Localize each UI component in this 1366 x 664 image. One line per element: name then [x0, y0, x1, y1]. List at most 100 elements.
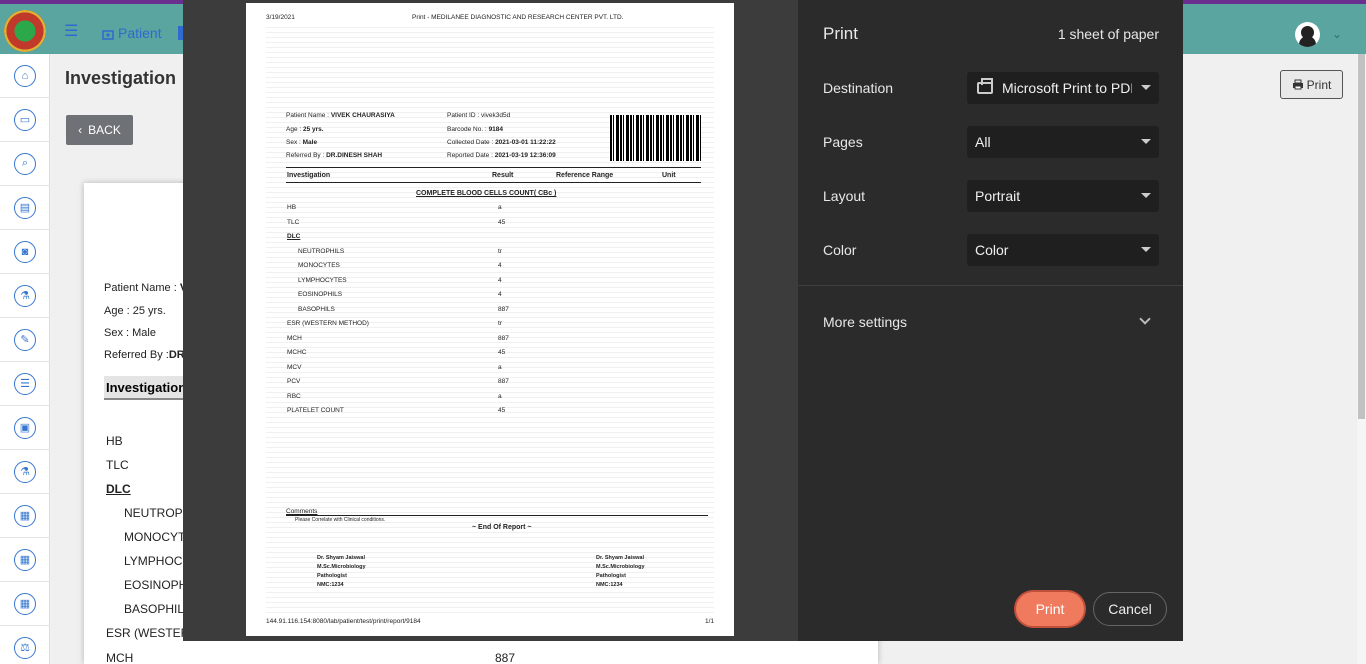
dropdown-caret-icon	[1141, 139, 1151, 144]
printer-icon	[1292, 79, 1303, 90]
preview-referred-by: Referred By : DR.DINESH SHAH	[286, 152, 383, 159]
sheet-count: 1 sheet of paper	[1057, 26, 1159, 42]
barcode	[610, 115, 701, 161]
image-icon: ▣	[14, 416, 36, 439]
footer-url: 144.91.116.154:8080/lab/patient/test/pri…	[266, 618, 421, 625]
result-row-value: tr	[498, 247, 502, 255]
sidebar-item-book[interactable]: ▤	[0, 186, 50, 230]
result-row-value: a	[498, 392, 502, 400]
result-row-name: NEUTROPHILS	[298, 247, 345, 255]
sidebar-item-image[interactable]: ▣	[0, 406, 50, 450]
result-row-name: MCHC	[287, 349, 307, 356]
sidebar-item-lab[interactable]: ⚗	[0, 450, 50, 494]
print-report-label: Print	[1306, 77, 1332, 92]
bg-age: Age : 25 yrs.	[104, 305, 166, 317]
layout-select[interactable]: Portrait	[967, 180, 1159, 212]
result-row-name: MCH	[287, 334, 302, 342]
sidebar-item-grid[interactable]: ▦	[0, 494, 50, 538]
bg-row-label: ESR (WESTER	[106, 626, 190, 640]
signature-line: NMC:1234	[317, 582, 344, 588]
bg-row-label: LYMPHOCY	[124, 554, 191, 568]
col-result: Result	[492, 172, 514, 179]
comments-label: Comments	[286, 508, 318, 515]
sidebar-item-grid[interactable]: ▦	[0, 538, 50, 582]
color-value: Color	[975, 242, 1009, 258]
bg-row-label: TLC	[106, 458, 129, 472]
test-title: COMPLETE BLOOD CELLS COUNT( CBc )	[416, 190, 557, 197]
hospital-icon	[102, 30, 114, 40]
result-row-name: MONOCYTES	[298, 262, 340, 269]
comments-rule	[286, 515, 708, 516]
back-button[interactable]: ‹ BACK	[66, 115, 133, 145]
sidebar-item-search[interactable]: ⌕	[0, 142, 50, 186]
result-row-name: PCV	[287, 378, 301, 385]
preview-header-title: Print - MEDILANEE DIAGNOSTIC AND RESEARC…	[412, 14, 624, 21]
scrollbar-thumb[interactable]	[1358, 54, 1365, 419]
preview-sex: Sex : Male	[286, 139, 318, 146]
nav-patient-label: Patient	[118, 25, 162, 41]
sidebar-item-bed[interactable]: ▭	[0, 98, 50, 142]
destination-select[interactable]: Microsoft Print to PDF	[967, 72, 1159, 104]
result-row-value: 4	[498, 291, 502, 298]
result-row-value: 887	[498, 305, 509, 313]
sidebar: ⌂ ▭ ⌕ ▤ ◙ ⚗ ✎ ☰ ▣ ⚗ ▦ ▦ ▦ ⚖	[0, 54, 50, 664]
col-unit: Unit	[662, 172, 676, 179]
chevron-down-icon[interactable]	[1139, 313, 1151, 325]
pages-select[interactable]: All	[967, 126, 1159, 158]
camera-icon: ◙	[14, 240, 36, 263]
col-investigation: Investigation	[287, 172, 331, 179]
page-number: 1/1	[705, 618, 715, 625]
col-reference-range: Reference Range	[556, 172, 614, 179]
layout-value: Portrait	[975, 188, 1021, 204]
result-row-value: 4	[498, 276, 502, 284]
result-row-value: 4	[498, 262, 502, 269]
print-report-button[interactable]: Print	[1280, 70, 1343, 99]
print-dialog-title: Print	[823, 24, 858, 43]
preview-barcode-no: Barcode No. : 9184	[447, 126, 504, 133]
result-row-name: EOSINOPHILS	[298, 291, 343, 298]
pages-value: All	[975, 134, 991, 150]
signature-line: NMC:1234	[596, 582, 623, 588]
preview-date: 3/19/2021	[266, 14, 295, 21]
color-select[interactable]: Color	[967, 234, 1159, 266]
user-avatar[interactable]	[1295, 22, 1320, 47]
signature-line: Pathologist	[317, 573, 347, 579]
bg-row-label: EOSINOPH	[124, 578, 188, 592]
result-row-name: MCV	[287, 363, 302, 371]
menu-icon[interactable]: ☰	[64, 24, 78, 40]
result-row-name: RBC	[287, 392, 301, 400]
print-button[interactable]: Print	[1016, 592, 1084, 626]
result-row-value: 45	[498, 349, 506, 356]
page-scrollbar[interactable]	[1357, 54, 1366, 664]
sidebar-item-grid[interactable]: ▦	[0, 582, 50, 626]
sidebar-item-scale[interactable]: ⚖	[0, 626, 50, 664]
sidebar-item-camera[interactable]: ◙	[0, 230, 50, 274]
bg-referred: Referred By :DR.	[104, 349, 188, 361]
lab-icon: ⚗	[14, 460, 36, 483]
result-row-name: DLC	[287, 233, 301, 240]
preview-reported-date: Reported Date : 2021-03-19 12:36:09	[447, 152, 556, 159]
preview-collected-date: Collected Date : 2021-03-01 11:22:22	[447, 139, 556, 146]
logo[interactable]	[4, 10, 46, 52]
result-row-name: PLATELET COUNT	[287, 407, 344, 414]
result-row-name: HB	[287, 204, 297, 211]
result-row-value: a	[498, 204, 502, 211]
sidebar-item-list[interactable]: ☰	[0, 362, 50, 406]
scale-icon: ⚖	[14, 636, 36, 659]
grid-icon: ▦	[14, 548, 36, 571]
sidebar-item-flask[interactable]: ⚗	[0, 274, 50, 318]
book-icon: ▤	[14, 196, 36, 219]
preview-age: Age : 25 yrs.	[286, 126, 324, 133]
bg-row-label: DLC	[106, 482, 131, 496]
more-settings-toggle[interactable]: More settings	[823, 314, 907, 330]
page-title: Investigation	[65, 68, 177, 88]
cancel-button[interactable]: Cancel	[1093, 592, 1167, 626]
signature-line: M.Sc.Microbiology	[596, 564, 645, 570]
bg-row-label: HB	[106, 434, 123, 448]
chevron-down-icon[interactable]: ⌄	[1332, 27, 1342, 41]
sidebar-item-home[interactable]: ⌂	[0, 54, 50, 98]
search-icon: ⌕	[14, 152, 36, 175]
edit-icon: ✎	[14, 328, 36, 351]
nav-patient-link[interactable]: Patient	[102, 25, 162, 41]
sidebar-item-edit[interactable]: ✎	[0, 318, 50, 362]
